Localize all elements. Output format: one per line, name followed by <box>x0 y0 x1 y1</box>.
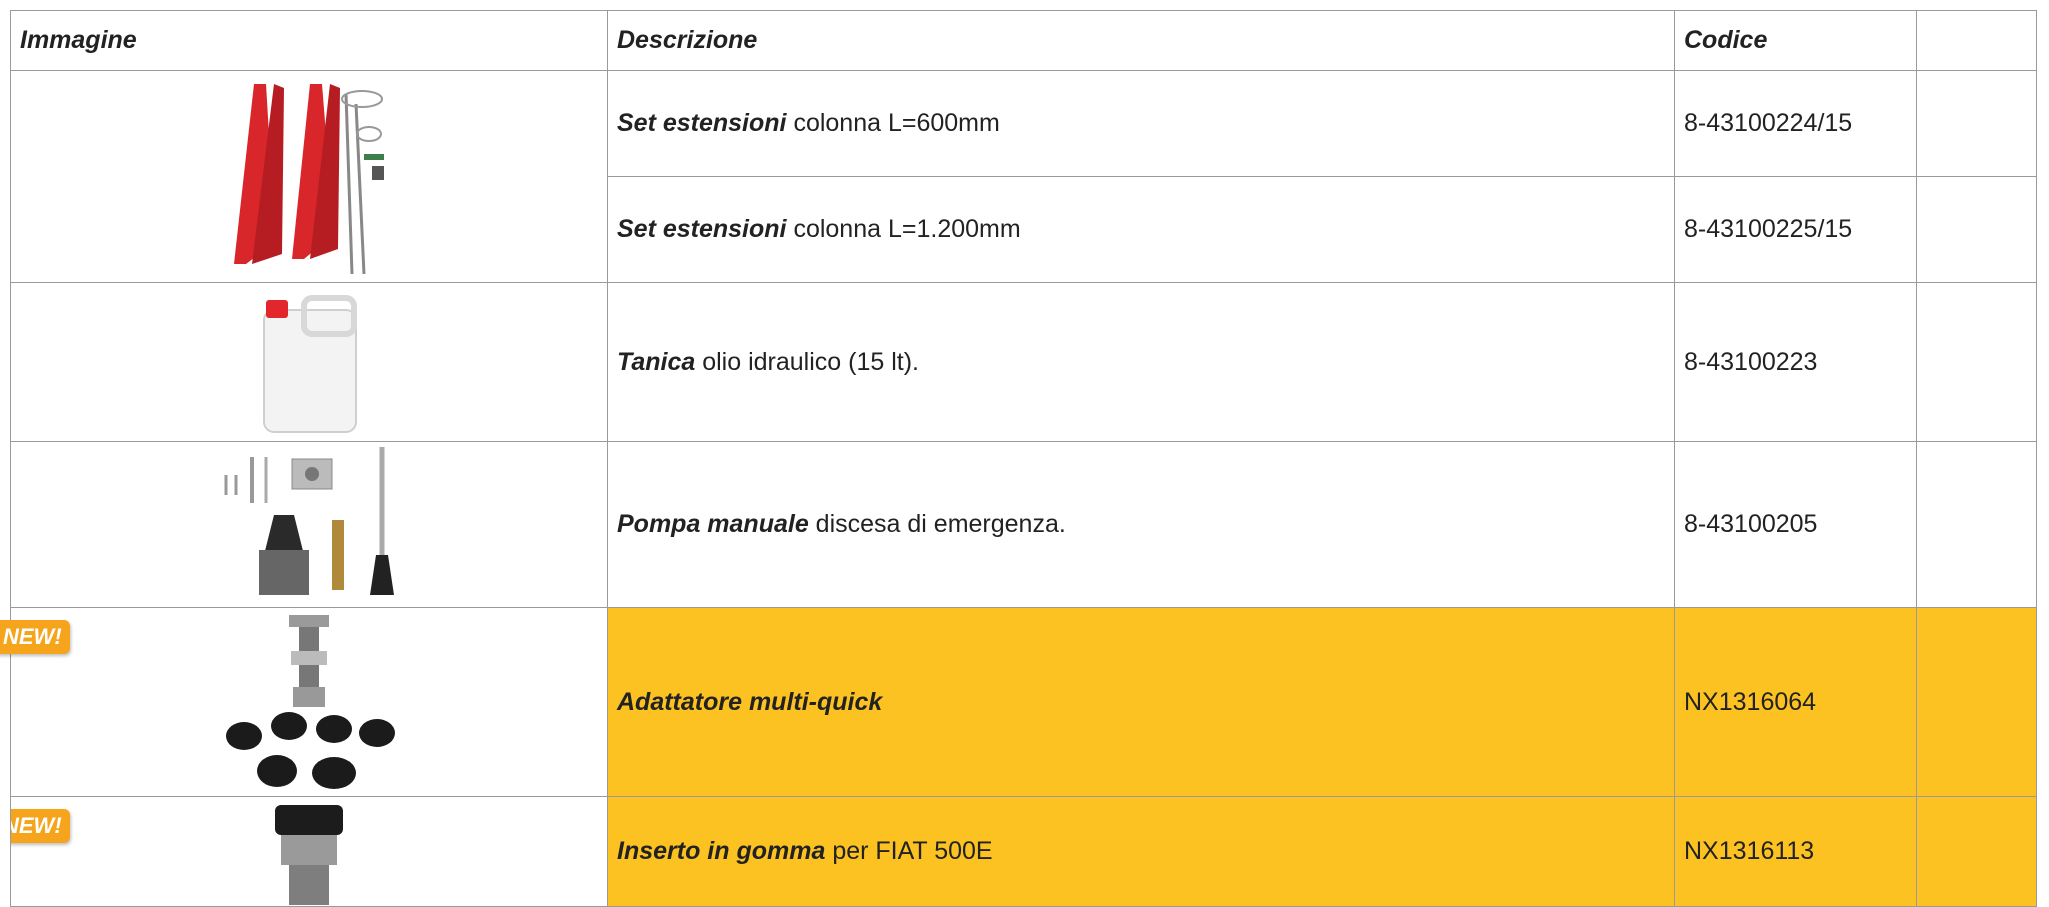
extra-cell <box>1916 282 2037 442</box>
extra-cell <box>1916 70 2037 177</box>
description-cell: Tanica olio idraulico (15 lt). <box>607 282 1675 442</box>
code-cell: 8-43100225/15 <box>1674 176 1917 283</box>
code-cell: 8-43100224/15 <box>1674 70 1917 177</box>
table-header-row: Immagine Descrizione Codice <box>10 10 2037 71</box>
rubber-insert-image <box>275 804 343 905</box>
header-image: Immagine <box>10 10 608 71</box>
code-cell: NX1316064 <box>1674 607 1917 797</box>
accessories-table: Immagine Descrizione Codice Set estensio… <box>0 10 2037 907</box>
multi-quick-adapter-image <box>226 615 395 789</box>
header-extra <box>1916 10 2037 71</box>
table-row: Pompa manuale discesa di emergenza. 8-43… <box>10 441 2037 608</box>
header-description: Descrizione <box>607 10 1675 71</box>
column-extension-set-image <box>234 84 384 275</box>
extra-cell <box>1916 796 2037 907</box>
code-cell: 8-43100223 <box>1674 282 1917 442</box>
table-row: Set estensioni colonna L=600mm 8-4310022… <box>10 70 2037 283</box>
description-cell: Inserto in gomma per FIAT 500E <box>607 796 1675 907</box>
image-cell <box>10 441 608 608</box>
extra-cell <box>1916 607 2037 797</box>
description-cell: Set estensioni colonna L=600mm <box>607 70 1675 177</box>
header-code: Codice <box>1674 10 1917 71</box>
code-cell: NX1316113 <box>1674 796 1917 907</box>
extra-cell <box>1916 176 2037 283</box>
description-cell: Adattatore multi-quick <box>607 607 1675 797</box>
code-cell: 8-43100205 <box>1674 441 1917 608</box>
image-cell: NEW! <box>10 796 608 907</box>
image-cell <box>10 70 608 283</box>
manual-pump-kit-image <box>224 446 394 595</box>
new-badge: NEW! <box>11 809 70 843</box>
new-badge: NEW! <box>0 620 70 654</box>
extra-cell <box>1916 441 2037 608</box>
image-cell: NEW! <box>0 607 608 797</box>
hydraulic-oil-can-image <box>263 294 357 433</box>
table-row: Tanica olio idraulico (15 lt). 8-4310022… <box>10 282 2037 442</box>
table-row: NEW! Inserto in gomma per FIAT 500E NX13… <box>10 796 2037 907</box>
description-cell: Set estensioni colonna L=1.200mm <box>607 176 1675 283</box>
description-cell: Pompa manuale discesa di emergenza. <box>607 441 1675 608</box>
image-cell <box>10 282 608 442</box>
table-row: NEW! Adattatore multi-quick NX1316064 <box>0 607 2037 797</box>
